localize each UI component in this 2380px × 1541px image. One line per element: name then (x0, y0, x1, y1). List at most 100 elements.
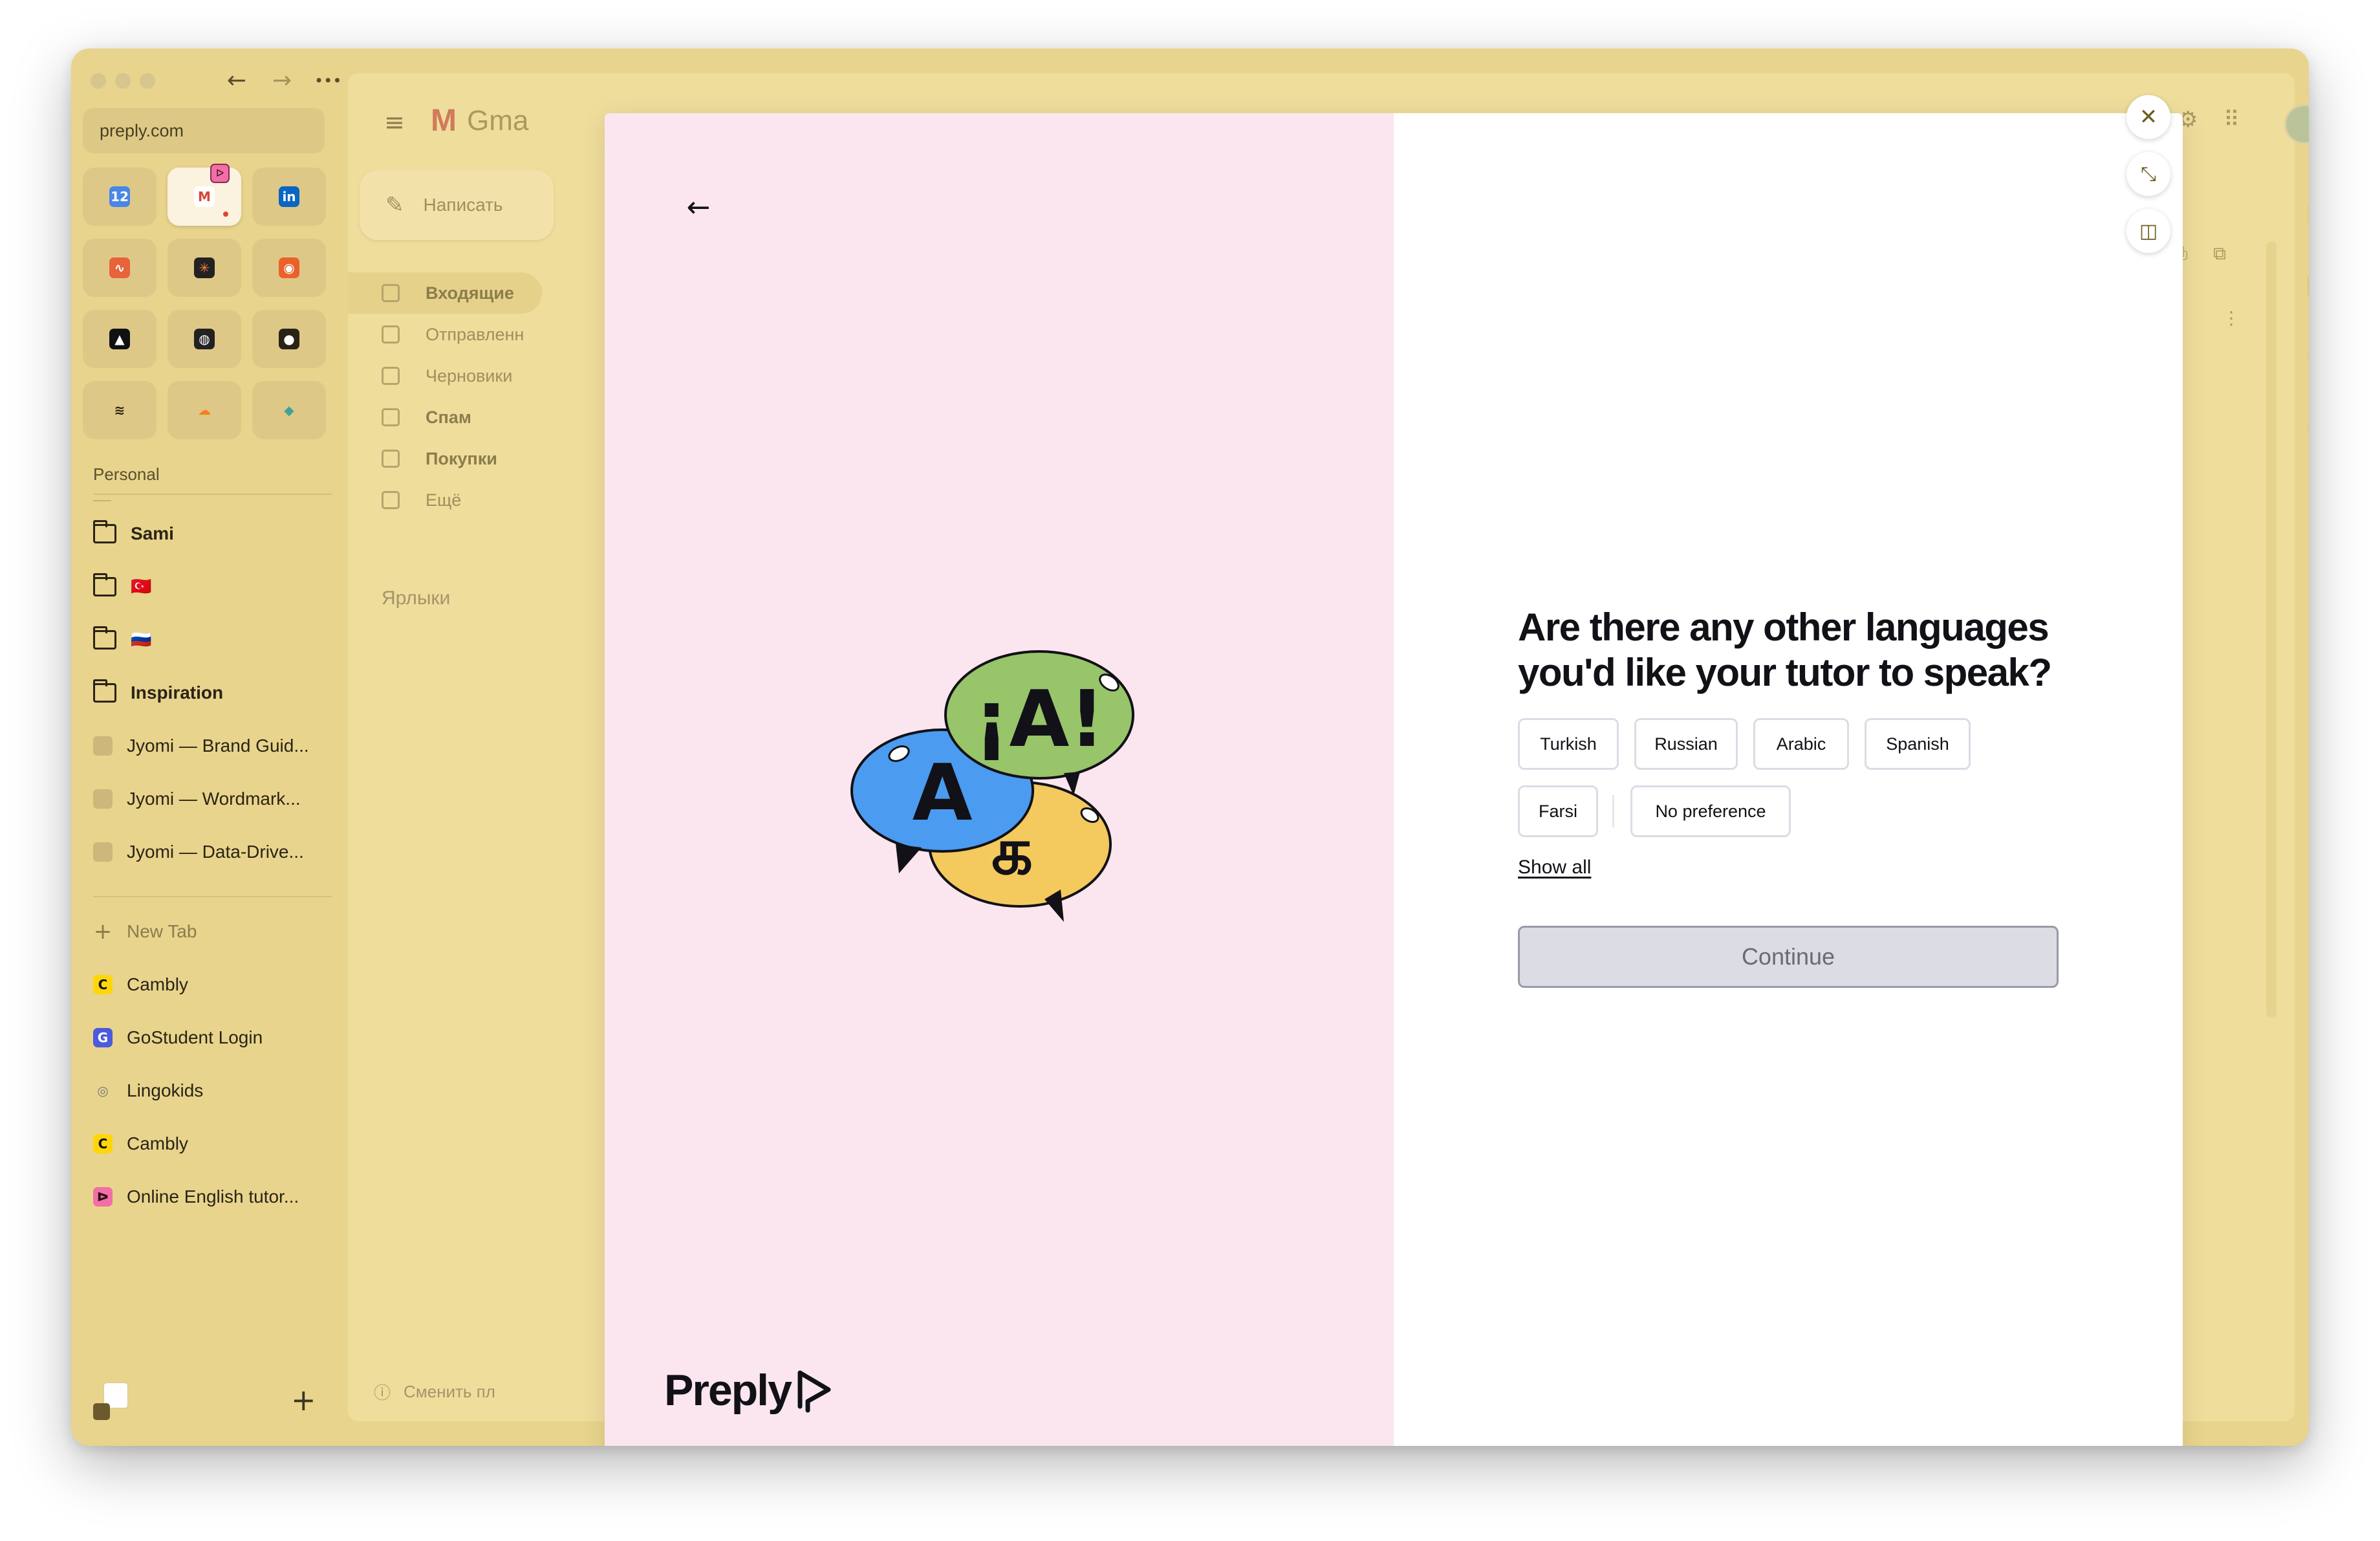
zoom-window-button[interactable] (140, 73, 155, 89)
open-new-window-icon[interactable]: ⧉ (2213, 243, 2226, 265)
app-orange-icon: ◉ (279, 257, 299, 278)
more-icon[interactable]: ••• (314, 65, 341, 96)
favorite-github[interactable]: ● (252, 310, 326, 368)
archive-icon (93, 1403, 110, 1420)
gmail-nav: Входящие Отправленн Черновики Спам Покупки Ещ… (348, 272, 542, 521)
window-controls[interactable] (91, 73, 155, 89)
option-turkish[interactable]: Turkish (1518, 718, 1619, 770)
sidebar-tab[interactable]: ◎ Lingokids (93, 1071, 203, 1110)
close-window-button[interactable] (91, 73, 106, 89)
sidebar-tab[interactable]: C Cambly (93, 1124, 188, 1163)
favorite-squarespace[interactable]: ≋ (83, 381, 157, 439)
favorite-app-triangle[interactable]: ▲ (83, 310, 157, 368)
favorite-gmail[interactable]: Mᐅ (168, 164, 241, 226)
gmail-nav-item[interactable]: Отправленн (348, 314, 542, 355)
new-tab-button[interactable]: + New Tab (93, 912, 197, 951)
gmail-nav-item[interactable]: Входящие (348, 272, 542, 314)
favorite-app-star[interactable]: ✳ (168, 239, 241, 297)
favorite-app-orange[interactable]: ◉ (252, 239, 326, 297)
gmail-logo[interactable]: M Gma (431, 103, 528, 138)
avatar[interactable] (2284, 104, 2309, 144)
more-vert-icon[interactable]: ⋮ (2222, 307, 2240, 329)
calendar-icon: 12 (109, 186, 130, 207)
back-arrow-icon[interactable]: ← (224, 65, 250, 96)
pencil-icon: ✎ (385, 192, 404, 218)
compose-button[interactable]: ✎ Написать (360, 170, 554, 240)
tab-label: GoStudent Login (127, 1027, 263, 1047)
option-no-preference[interactable]: No preference (1630, 785, 1791, 837)
sidebar-folder[interactable]: Inspiration (93, 673, 223, 712)
tasks-rail-icon[interactable] (2308, 345, 2309, 369)
analytics-icon: ∿ (109, 257, 130, 278)
site-favicon-icon: C (93, 975, 113, 994)
favorite-linkedin[interactable]: in (252, 168, 326, 226)
folder-icon (382, 408, 400, 426)
favorites-grid: 12 M ᐅ in ∿ ✳ ◉ ▲ ◍ ● ≋ ☁ ◆ (83, 164, 326, 439)
option-farsi[interactable]: Farsi (1518, 785, 1598, 837)
sidebar-tab[interactable]: G GoStudent Login (93, 1018, 263, 1057)
option-russian[interactable]: Russian (1634, 718, 1738, 770)
favorite-calendar[interactable]: 12 (83, 168, 157, 226)
continue-button[interactable]: Continue (1518, 926, 2059, 988)
page-icon (93, 789, 113, 809)
preply-logo: Preply (664, 1365, 834, 1415)
scrollbar[interactable] (2266, 241, 2277, 1018)
flag-icon: 🇹🇷 (131, 577, 152, 596)
option-arabic[interactable]: Arabic (1753, 718, 1849, 770)
modal-question-panel: Are there any other languages you'd like… (1394, 113, 2183, 1446)
gmail-nav-item[interactable]: Спам (348, 397, 542, 438)
contacts-rail-icon[interactable] (2308, 416, 2309, 441)
folder-icon (93, 626, 116, 650)
gmail-nav-item[interactable]: Ещё (348, 479, 542, 521)
site-favicon-icon: C (93, 1134, 113, 1153)
sidebar-folder[interactable]: 🇹🇷 (93, 567, 151, 606)
speech-bubbles-illustration: க A ¡A! (850, 650, 1134, 922)
favorite-cloudflare[interactable]: ☁ (168, 381, 241, 439)
library-icon[interactable] (93, 1383, 128, 1420)
gmail-m-icon: M (431, 104, 457, 138)
favorite-app-o[interactable]: ◍ (168, 310, 241, 368)
close-icon[interactable]: ✕ (2126, 95, 2170, 139)
sidebar-item[interactable]: Jyomi — Brand Guid... (93, 727, 309, 765)
show-all-link[interactable]: Show all (1518, 857, 1591, 879)
browser-window: ← → ••• preply.com 12 M ᐅ in ∿ ✳ ◉ ▲ ◍ ● ≋ ☁ ◆ Perso… (71, 49, 2309, 1446)
menu-icon[interactable]: ≡ (384, 108, 405, 137)
option-spanish[interactable]: Spanish (1865, 718, 1971, 770)
sidebar-folder[interactable]: Sami (93, 514, 174, 553)
add-icon[interactable]: + (291, 1383, 316, 1417)
minimize-window-button[interactable] (115, 73, 131, 89)
browser-sidebar: ← → ••• preply.com 12 M ᐅ in ∿ ✳ ◉ ▲ ◍ ● ≋ ☁ ◆ Perso… (71, 49, 348, 1446)
sidebar-folder[interactable]: 🇷🇺 (93, 620, 151, 659)
favorite-app-diamond[interactable]: ◆ (252, 381, 326, 439)
divider (93, 896, 332, 897)
apps-grid-icon[interactable]: ⠿ (2223, 107, 2240, 133)
svg-text:A: A (913, 749, 973, 838)
back-button[interactable]: ← (676, 184, 721, 230)
calendar-rail-icon[interactable] (2308, 202, 2309, 227)
folder-icon (382, 284, 400, 302)
gmail-nav-label: Черновики (426, 366, 513, 386)
page-icon (93, 842, 113, 862)
sidebar-item[interactable]: Jyomi — Wordmark... (93, 780, 301, 818)
squarespace-icon: ≋ (114, 402, 125, 418)
url-bar[interactable]: preply.com (83, 108, 325, 153)
forward-arrow-icon[interactable]: → (269, 65, 295, 96)
favorite-analytics[interactable]: ∿ (83, 239, 157, 297)
github-icon: ● (279, 329, 299, 349)
gmail-nav-item[interactable]: Черновики (348, 355, 542, 397)
keep-rail-icon[interactable] (2308, 274, 2309, 298)
folder-icon (382, 491, 400, 509)
tab-label: Cambly (127, 974, 188, 994)
compose-label: Написать (423, 195, 503, 215)
sidebar-tab[interactable]: ᐅ Online English tutor... (93, 1177, 299, 1216)
folder-icon (382, 367, 400, 385)
split-view-icon[interactable]: ◫ (2126, 209, 2170, 253)
preply-modal: ← க A ¡A! Preply Are there any other lan… (605, 113, 2183, 1446)
plus-icon: + (93, 919, 113, 945)
expand-icon[interactable]: ⤡ (2126, 152, 2170, 196)
sidebar-tab[interactable]: C Cambly (93, 965, 188, 1004)
gmail-nav-label: Покупки (426, 448, 497, 468)
gmail-nav-item[interactable]: Покупки (348, 438, 542, 479)
gmail-footer[interactable]: ⓘ Сменить пл (374, 1380, 495, 1404)
sidebar-item[interactable]: Jyomi — Data-Drive... (93, 833, 304, 871)
